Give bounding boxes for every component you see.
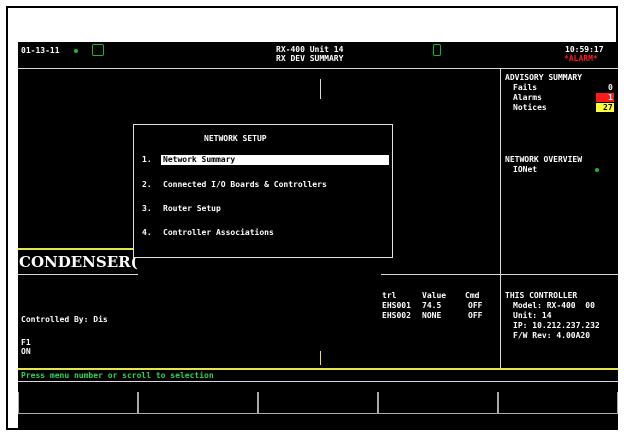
- point-row-2-cmd: OFF: [468, 311, 483, 320]
- header-divider: [18, 68, 618, 69]
- dialog-title: NETWORK SETUP: [204, 134, 267, 143]
- softkey-3[interactable]: [258, 392, 378, 414]
- controlled-by-text: Controlled By: Dis: [21, 315, 108, 324]
- col-header-trl: trl: [382, 291, 397, 300]
- network-setup-dialog: NETWORK SETUP 1. Network Summary 2. Conn…: [133, 124, 393, 258]
- advisory-notices-label: Notices: [513, 103, 547, 112]
- advisory-fails-value: 0: [608, 83, 613, 92]
- network-overview-item[interactable]: IONet: [513, 165, 537, 175]
- yellow-marker: [320, 351, 321, 365]
- softkey-4[interactable]: [378, 392, 498, 414]
- alarm-badge[interactable]: *ALARM*: [564, 54, 598, 64]
- advisory-alarms-value[interactable]: 1: [608, 93, 613, 103]
- network-overview-title: NETWORK OVERVIEW: [505, 155, 583, 164]
- status-dot-icon: [74, 49, 78, 53]
- col-header-cmd: Cmd: [465, 291, 480, 300]
- point-row-1-name[interactable]: EHS001: [382, 301, 411, 311]
- advisory-alarms-label: Alarms: [513, 93, 542, 102]
- point-row-1-value: 74.5: [422, 301, 442, 310]
- condenser-top-border: [18, 248, 133, 250]
- this-controller-fw: F/W Rev: 4.00A20: [513, 331, 591, 340]
- softkey-2[interactable]: [138, 392, 258, 414]
- menu-item-1-number: 1.: [142, 155, 152, 164]
- menu-item-3-label: Router Setup: [163, 204, 221, 213]
- network-icon: [92, 44, 104, 56]
- this-controller-title: THIS CONTROLLER: [505, 291, 578, 300]
- this-controller-model: Model: RX-400 00: [513, 301, 595, 310]
- softkey-bar: [18, 392, 618, 414]
- this-controller-unit: Unit: 14: [513, 311, 552, 320]
- menu-item-2-label: Connected I/O Boards & Controllers: [163, 180, 327, 189]
- softkey-divider: [18, 381, 618, 382]
- menu-item-2-number: 2.: [142, 180, 152, 189]
- point-row-1-cmd: OFF: [468, 301, 483, 310]
- this-controller-ip: IP: 10.212.237.232: [513, 321, 600, 330]
- menu-item-4-label: Controller Associations: [163, 228, 274, 237]
- header-title-line2: RX DEV SUMMARY: [276, 54, 344, 63]
- right-column-divider: [500, 68, 501, 368]
- menu-item-1-highlight: Network Summary: [161, 155, 389, 165]
- advisory-title: ADVISORY SUMMARY: [505, 73, 583, 82]
- ionet-status-icon: [595, 168, 599, 172]
- controller-icon: [433, 44, 441, 56]
- this-controller-top: [500, 274, 618, 275]
- point-row-2-value: NONE: [422, 311, 442, 320]
- controller-display: 01-13-11 RX-400 Unit 14 RX DEV SUMMARY 1…: [18, 42, 618, 430]
- prompt-divider: [18, 368, 618, 370]
- col-header-value: Value: [422, 291, 447, 300]
- softkey-5[interactable]: [498, 392, 618, 414]
- header-date: 01-13-11: [21, 46, 60, 55]
- condenser-label: CONDENSER(: [19, 253, 138, 271]
- advisory-notices-value[interactable]: 27: [603, 103, 613, 113]
- menu-item-1-label: Network Summary: [163, 155, 236, 164]
- prompt-text: Press menu number or scroll to selection: [21, 371, 214, 380]
- advisory-fails-label: Fails: [513, 83, 538, 92]
- menu-item-4-number: 4.: [142, 228, 152, 237]
- point-row-2-name[interactable]: EHS002: [382, 311, 411, 321]
- center-tick: [320, 79, 321, 99]
- condenser-divider: [18, 274, 138, 275]
- menu-item-3-number: 3.: [142, 204, 152, 213]
- points-table-top: [381, 274, 500, 275]
- softkey-1[interactable]: [18, 392, 138, 414]
- on-label: ON: [21, 347, 31, 356]
